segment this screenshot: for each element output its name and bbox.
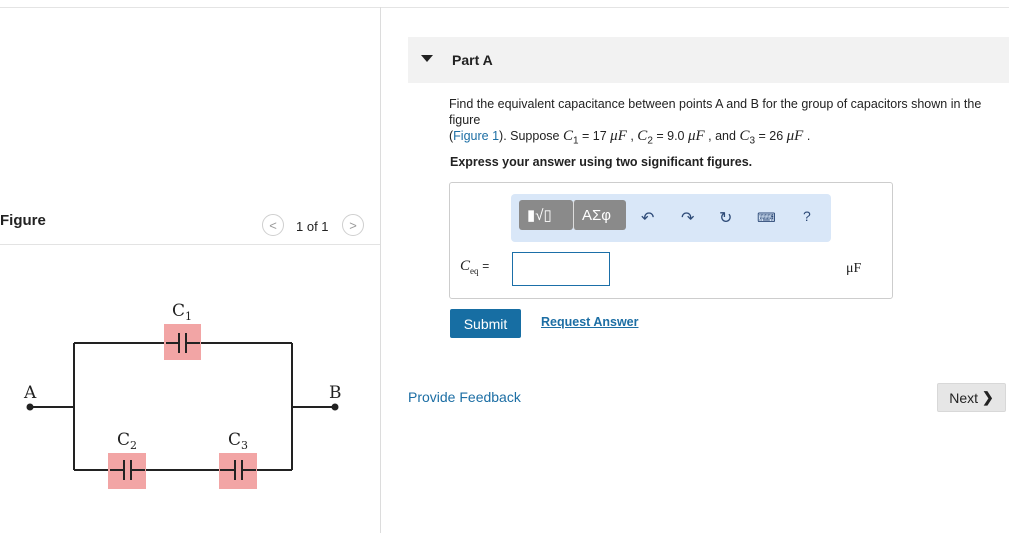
node-a-dot xyxy=(26,403,34,411)
node-a-label: A xyxy=(23,383,37,403)
figure-pager: 1 of 1 xyxy=(296,219,329,234)
chevron-left-icon: < xyxy=(269,217,277,233)
c1-label: C1 xyxy=(172,301,192,323)
request-answer-link[interactable]: Request Answer xyxy=(541,315,638,329)
keyboard-icon[interactable]: ⌨ xyxy=(757,210,776,226)
panel-divider xyxy=(380,7,381,533)
figure-divider xyxy=(0,244,380,245)
answer-instruction: Express your answer using two significan… xyxy=(450,155,753,169)
symbols-button[interactable]: ΑΣφ xyxy=(573,200,626,230)
math-toolbar: ▮√▯ ΑΣφ ↶ ↷ ↻ ⌨ ? xyxy=(511,194,831,242)
provide-feedback-link[interactable]: Provide Feedback xyxy=(408,389,521,405)
part-a-header[interactable] xyxy=(408,37,1009,83)
top-divider xyxy=(0,7,1009,8)
submit-button[interactable]: Submit xyxy=(450,309,521,338)
figure-title: Figure xyxy=(0,212,46,229)
prev-figure-button[interactable]: < xyxy=(262,214,284,236)
answer-unit: μF xyxy=(846,261,862,276)
template-button[interactable]: ▮√▯ xyxy=(519,200,573,230)
next-button[interactable]: Next ❯ xyxy=(937,383,1006,412)
circuit-diagram: A B C1 C2 C3 xyxy=(23,301,342,489)
chevron-right-icon: > xyxy=(349,217,357,233)
c3-label: C3 xyxy=(228,430,248,452)
c2-label: C2 xyxy=(117,430,137,452)
answer-variable-label: Ceq = xyxy=(460,258,490,276)
undo-icon[interactable]: ↶ xyxy=(641,208,654,228)
redo-icon[interactable]: ↷ xyxy=(681,208,694,228)
help-button[interactable]: ? xyxy=(803,208,811,224)
part-a-title: Part A xyxy=(452,52,493,68)
node-b-dot xyxy=(331,403,339,411)
next-figure-button[interactable]: > xyxy=(342,214,364,236)
figure-link[interactable]: Figure 1 xyxy=(453,129,499,143)
caret-down-icon[interactable] xyxy=(421,55,433,62)
question-text: Find the equivalent capacitance between … xyxy=(449,97,982,147)
answer-input[interactable] xyxy=(512,252,610,286)
reset-icon[interactable]: ↻ xyxy=(719,208,732,228)
chevron-right-icon: ❯ xyxy=(982,389,994,405)
node-b-label: B xyxy=(329,383,342,403)
